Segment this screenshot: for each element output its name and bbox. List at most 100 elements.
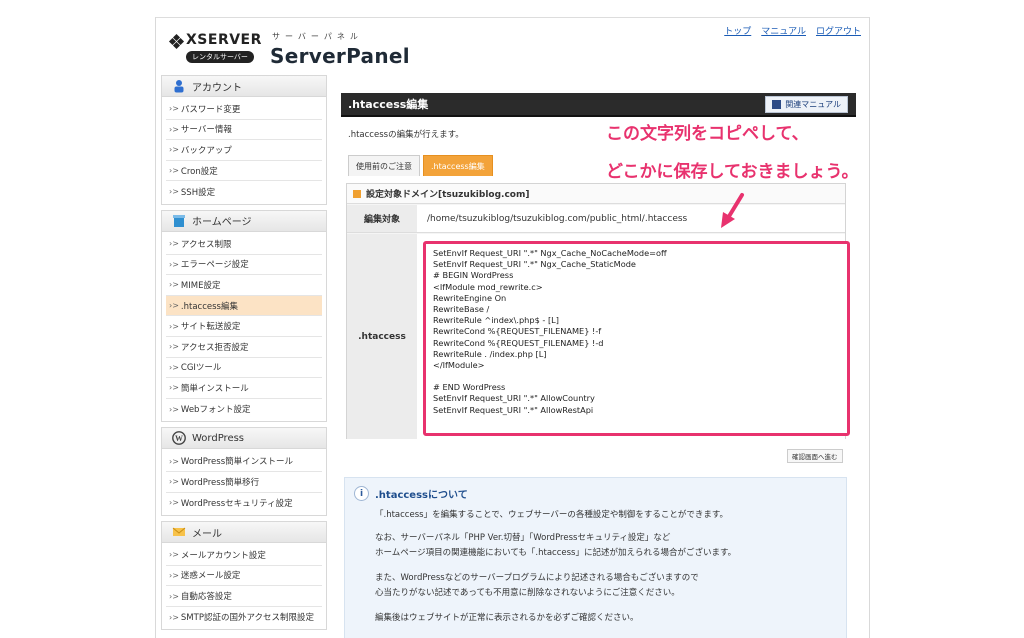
sidebar-item-access-restrict[interactable]: ›> アクセス制限	[166, 234, 322, 255]
sidebar-section-homepage: ホームページ	[161, 209, 327, 232]
arrow-icon: ›>	[169, 104, 179, 114]
sidebar-list-wordpress: ›> WordPress簡単インストール ›> WordPress簡単移行 ›> Wo…	[161, 449, 327, 517]
htaccess-line: RewriteCond %{REQUEST_FILENAME} !-d	[433, 337, 604, 348]
arrow-icon: ›>	[169, 280, 179, 290]
xserver-diamond-icon	[168, 33, 185, 50]
htaccess-line: SetEnvIf Request_URI ".*" Ngx_Cache_NoCa…	[433, 248, 667, 258]
htaccess-line: RewriteCond %{REQUEST_FILENAME} !-f	[433, 326, 602, 337]
arrow-icon: ›>	[169, 301, 179, 311]
about-paragraph-1: 「.htaccess」を編集することで、ウェブサーバーの各種設定や制御をすること…	[375, 510, 729, 520]
sidebar-item-auto-reply[interactable]: ›> 自動応答設定	[166, 586, 322, 607]
arrow-icon: ›>	[169, 612, 179, 622]
htaccess-line: RewriteEngine On	[433, 292, 507, 303]
about-paragraph-2: なお、サーバーパネル「PHP Ver.切替」「WordPressセキュリティ設定…	[375, 533, 737, 558]
sidebar-item-site-redirect[interactable]: ›> サイト転送設定	[166, 316, 322, 337]
htaccess-line: SetEnvIf Request_URI ".*" AllowCountry	[433, 393, 595, 404]
htaccess-line: # BEGIN WordPress	[433, 270, 514, 281]
brand-name: XSERVER	[186, 32, 262, 48]
arrow-icon: ›>	[169, 239, 179, 249]
target-label: 編集対象	[347, 205, 417, 232]
sidebar-item-access-deny[interactable]: ›> アクセス拒否設定	[166, 337, 322, 358]
sidebar-item-mime[interactable]: ›> MIME設定	[166, 275, 322, 296]
homepage-icon	[172, 214, 186, 228]
info-icon: i	[354, 486, 369, 501]
sidebar-section-account: アカウント	[161, 75, 327, 97]
about-paragraph-4: 編集後はウェブサイトが正常に表示されるかを必ずご確認ください。	[375, 613, 639, 623]
htaccess-line: SetEnvIf Request_URI ".*" AllowRestApi	[433, 404, 594, 415]
arrow-icon: ›>	[169, 342, 179, 352]
top-link-home[interactable]: トップ	[724, 24, 751, 37]
sidebar-item-smtp-restrict[interactable]: ›> SMTP認証の国外アクセス制限設定	[166, 607, 322, 628]
htaccess-line: SetEnvIf Request_URI ".*" Ngx_Cache_Stat…	[433, 259, 636, 270]
annotation-text: この文字列をコピペして、 どこかに保存しておきましょう。	[606, 115, 858, 191]
bullet-icon	[353, 189, 361, 198]
htaccess-label: .htaccess	[347, 234, 417, 439]
arrow-icon: ›>	[169, 477, 179, 487]
arrow-icon: ›>	[169, 321, 179, 331]
sidebar-item-server-info[interactable]: ›> サーバー情報	[166, 120, 322, 141]
sidebar-item-wp-easy-install[interactable]: ›> WordPress簡単インストール	[166, 451, 322, 472]
arrow-icon: ›>	[169, 404, 179, 414]
htaccess-line: </IfModule>	[433, 359, 485, 370]
sidebar-item-wp-security[interactable]: ›> WordPressセキュリティ設定	[166, 493, 322, 514]
product-kana: サーバーパネル	[272, 32, 363, 41]
sidebar-item-spam[interactable]: ›> 迷惑メール設定	[166, 566, 322, 587]
sidebar-item-cron[interactable]: ›> Cron設定	[166, 161, 322, 182]
arrow-icon: ›>	[169, 124, 179, 134]
arrow-icon: ›>	[169, 187, 179, 197]
arrow-icon: ›>	[169, 383, 179, 393]
sidebar-item-web-font[interactable]: ›> Webフォント設定	[166, 399, 322, 420]
annotation-line-1: この文字列をコピペして、	[606, 124, 809, 144]
mail-icon	[172, 525, 186, 539]
page-title: .htaccess編集	[348, 98, 429, 111]
about-paragraph-3: また、WordPressなどのサーバープログラムにより記述される場合もございます…	[375, 573, 699, 598]
sidebar-item-cgi-tool[interactable]: ›> CGIツール	[166, 358, 322, 379]
htaccess-line: # END WordPress	[433, 382, 506, 393]
person-icon	[172, 79, 186, 93]
about-htaccess-box: i .htaccessについて 「.htaccess」を編集することで、ウェブサ…	[344, 477, 847, 638]
sidebar: アカウント ›> パスワード変更 ›> サーバー情報 ›> バックアップ ›> Cron…	[161, 73, 327, 635]
arrow-icon: ›>	[169, 259, 179, 269]
sidebar-item-wp-migrate[interactable]: ›> WordPress簡単移行	[166, 472, 322, 493]
arrow-icon: ›>	[169, 362, 179, 372]
htaccess-line: <IfModule mod_rewrite.c>	[433, 281, 543, 292]
top-link-manual[interactable]: マニュアル	[761, 24, 806, 37]
arrow-icon: ›>	[169, 498, 179, 508]
about-title: .htaccessについて	[375, 490, 468, 501]
brand-badge: レンタルサーバー	[186, 51, 254, 63]
arrow-icon: ›>	[169, 166, 179, 176]
sidebar-item-ssh[interactable]: ›> SSH設定	[166, 181, 322, 202]
tab-bar: 使用前のご注意 .htaccess編集	[348, 155, 493, 176]
page-title-bar: .htaccess編集 関連マニュアル	[341, 93, 856, 117]
sidebar-item-error-page[interactable]: ›> エラーページ設定	[166, 255, 322, 276]
book-icon	[772, 100, 782, 109]
sidebar-list-mail: ›> メールアカウント設定 ›> 迷惑メール設定 ›> 自動応答設定 ›> SMTP認証…	[161, 543, 327, 631]
confirm-button[interactable]: 確認画面へ進む	[787, 449, 843, 463]
sidebar-list-homepage: ›> アクセス制限 ›> エラーページ設定 ›> MIME設定 ›> .htaccess…	[161, 231, 327, 423]
htaccess-textarea[interactable]: SetEnvIf Request_URI ".*" Ngx_Cache_NoCa…	[423, 241, 850, 436]
wordpress-icon: W	[172, 431, 186, 446]
arrow-icon: ›>	[169, 456, 179, 466]
sidebar-list-account: ›> パスワード変更 ›> サーバー情報 ›> バックアップ ›> Cron設定 ›> S…	[161, 97, 327, 205]
target-row: 編集対象 /home/tsuzukiblog/tsuzukiblog.com/p…	[347, 205, 845, 233]
arrow-icon: ›>	[169, 570, 179, 580]
sidebar-item-mail-account[interactable]: ›> メールアカウント設定	[166, 545, 322, 566]
tab-htaccess-edit[interactable]: .htaccess編集	[423, 155, 493, 176]
sidebar-item-easy-install[interactable]: ›> 簡単インストール	[166, 378, 322, 399]
arrow-icon: ›>	[169, 145, 179, 155]
arrow-icon: ›>	[169, 591, 179, 601]
sidebar-item-htaccess[interactable]: ›> .htaccess編集	[166, 295, 322, 317]
htaccess-line: RewriteRule ^index\.php$ - [L]	[433, 315, 559, 326]
htaccess-row: .htaccess SetEnvIf Request_URI ".*" Ngx_…	[347, 234, 850, 439]
htaccess-cell: SetEnvIf Request_URI ".*" Ngx_Cache_NoCa…	[417, 234, 850, 439]
top-link-logout[interactable]: ログアウト	[816, 24, 861, 37]
target-path: /home/tsuzukiblog/tsuzukiblog.com/public…	[417, 205, 845, 232]
tab-precautions[interactable]: 使用前のご注意	[348, 155, 420, 176]
sidebar-item-password[interactable]: ›> パスワード変更	[166, 99, 322, 120]
xserver-logo[interactable]: XSERVER レンタルサーバー サーバーパネル ServerPanel	[168, 30, 410, 70]
htaccess-line	[433, 371, 840, 382]
top-links: トップ マニュアル ログアウト	[724, 24, 861, 37]
related-manual-button[interactable]: 関連マニュアル	[765, 96, 848, 113]
sidebar-item-backup[interactable]: ›> バックアップ	[166, 140, 322, 161]
arrow-icon: ›>	[169, 550, 179, 560]
